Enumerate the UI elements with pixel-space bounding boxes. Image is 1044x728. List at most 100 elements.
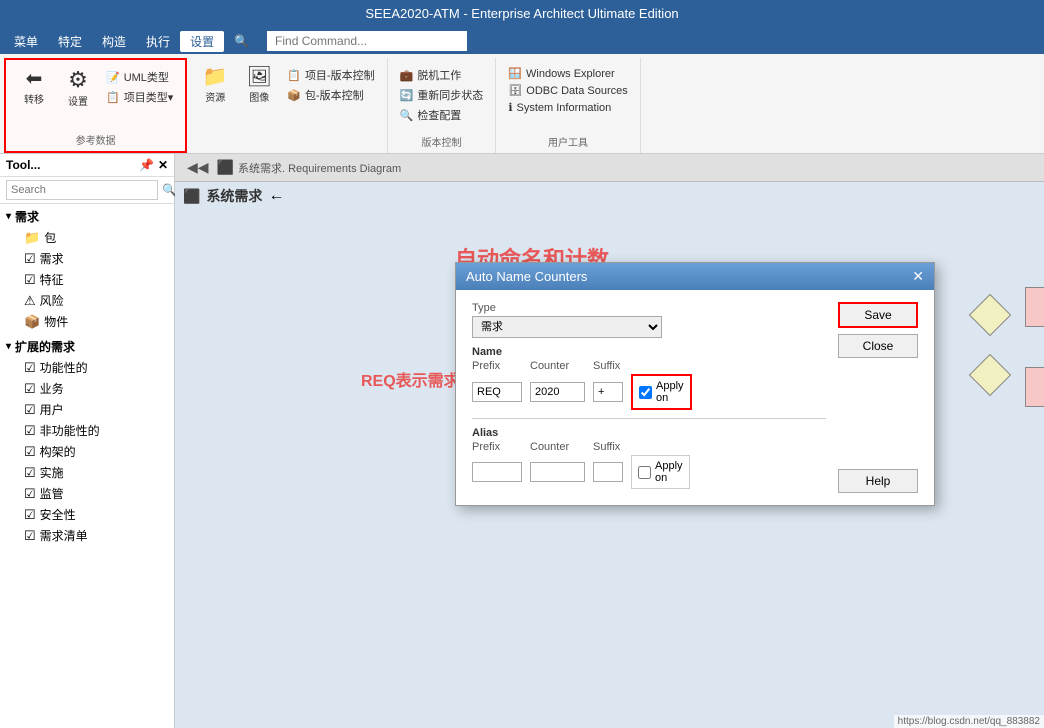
ribbon-btn-offline[interactable]: 💼 脱机工作: [396, 66, 488, 84]
ribbon-group-settings: ⬅ 转移 ⚙ 设置 📝 UML类型 📋 项目类型▾ 参考数据: [4, 58, 187, 153]
ribbon-group-resources-items: 📁 资源 🖼 图像 📋 项目-版本控制 📦 包-版本控制: [195, 58, 378, 147]
tree-item-nonfunc[interactable]: ☑ 非功能性的: [0, 420, 174, 441]
shape-display: 显示器: [1025, 367, 1044, 407]
suffix-input[interactable]: [593, 382, 623, 402]
tree-group-extended-header[interactable]: ▾ 扩展的需求: [0, 336, 174, 357]
ribbon-btn-settings-label: 设置: [68, 93, 88, 108]
ribbon-btn-windows-explorer[interactable]: 🪟 Windows Explorer: [504, 66, 631, 81]
sysinfo-icon: ℹ: [508, 101, 512, 114]
apply-on-checkbox[interactable]: [639, 386, 652, 399]
tree-item-risk[interactable]: ⚠ 风险: [0, 290, 174, 311]
package-version-icon: 📦: [287, 89, 301, 102]
menu-item-cai[interactable]: 菜单: [4, 31, 48, 52]
tree-item-user[interactable]: ☑ 用户: [0, 399, 174, 420]
version-control-icon: 📋: [287, 69, 301, 82]
prefix-input[interactable]: [472, 382, 522, 402]
dialog-close-btn[interactable]: ✕: [912, 268, 924, 285]
sidebar-title: Tool...: [6, 158, 40, 172]
close-icon[interactable]: ✕: [158, 158, 168, 172]
ribbon-btn-uml[interactable]: 📝 UML类型: [102, 68, 177, 86]
ribbon-btn-resource[interactable]: 📁 资源: [195, 62, 235, 107]
diagram-area: ◀◀ ⬛ 系统需求. Requirements Diagram ⬛ 系统需求 ←…: [175, 154, 1044, 728]
arch-icon: ☑: [24, 444, 36, 460]
ribbon-btn-check-config[interactable]: 🔍 检查配置: [396, 106, 488, 124]
alias-counter-input[interactable]: [530, 462, 585, 482]
name-input-row: Applyon: [472, 374, 826, 410]
settings-icon: ⚙: [68, 67, 88, 93]
tree-group-requirements: ▾ 需求 📁 包 ☑ 需求 ☑ 特征 ⚠ 风险 📦 物件: [0, 204, 174, 334]
diagram-tab-bar: ◀◀ ⬛ 系统需求. Requirements Diagram: [175, 154, 1044, 182]
auto-name-dialog: Auto Name Counters ✕ Type 需求 Name Pre: [455, 262, 935, 506]
feature-icon: ☑: [24, 272, 36, 288]
tree-item-feature[interactable]: ☑ 特征: [0, 269, 174, 290]
resync-icon: 🔄: [400, 89, 414, 102]
tree-group-req-label: 需求: [15, 208, 39, 225]
ribbon-btn-transfer[interactable]: ⬅ 转移: [14, 64, 54, 109]
sidebar-header: Tool... 📌 ✕: [0, 154, 174, 177]
tree-group-requirements-header[interactable]: ▾ 需求: [0, 206, 174, 227]
type-select[interactable]: 需求: [472, 316, 662, 338]
offline-icon: 💼: [400, 69, 414, 82]
diagram-sub-header: ⬛ 系统需求 ←: [175, 182, 1044, 210]
tree-item-functional[interactable]: ☑ 功能性的: [0, 357, 174, 378]
form-divider: [472, 418, 826, 419]
alias-apply-on-checkbox[interactable]: [638, 466, 651, 479]
expand-arrow: ▾: [6, 211, 11, 222]
close-button[interactable]: Close: [838, 334, 918, 358]
diagram-icon: ⬛: [217, 159, 234, 176]
menu-item-teding[interactable]: 特定: [48, 31, 92, 52]
ribbon-btn-project-type[interactable]: 📋 项目类型▾: [102, 88, 177, 106]
tree-item-package[interactable]: 📁 包: [0, 227, 174, 248]
ribbon-btn-package-version[interactable]: 📦 包-版本控制: [283, 86, 378, 104]
tree-item-business[interactable]: ☑ 业务: [0, 378, 174, 399]
tree-item-impl[interactable]: ☑ 实施: [0, 462, 174, 483]
menu-item-gouzao[interactable]: 构造: [92, 31, 136, 52]
sidebar: Tool... 📌 ✕ 🔍 🔎 ☰ ▾ 需求 📁 包 ☑ 需求 ☑ 特征: [0, 154, 175, 728]
tree-item-requirement[interactable]: ☑ 需求: [0, 248, 174, 269]
main-area: Tool... 📌 ✕ 🔍 🔎 ☰ ▾ 需求 📁 包 ☑ 需求 ☑ 特征: [0, 154, 1044, 728]
tree-item-monitor[interactable]: ☑ 监管: [0, 483, 174, 504]
alias-prefix-input[interactable]: [472, 462, 522, 482]
impl-icon: ☑: [24, 465, 36, 481]
alias-apply-on-group: Applyon: [631, 455, 690, 489]
help-button[interactable]: Help: [838, 469, 918, 493]
alias-suffix-input[interactable]: [593, 462, 623, 482]
ribbon-btn-odbc[interactable]: 🗄 ODBC Data Sources: [504, 83, 631, 98]
ribbon-group-resources: 📁 资源 🖼 图像 📋 项目-版本控制 📦 包-版本控制: [187, 58, 387, 153]
user-tools-col: 🪟 Windows Explorer 🗄 ODBC Data Sources ℹ…: [504, 58, 631, 115]
sidebar-search-input[interactable]: [6, 180, 158, 200]
url-bar: https://blog.csdn.net/qq_883882: [894, 715, 1044, 728]
ribbon-btn-settings[interactable]: ⚙ 设置: [58, 64, 98, 111]
ribbon-btn-sysinfo[interactable]: ℹ System Information: [504, 100, 631, 115]
expand-arrow2: ▾: [6, 341, 11, 352]
ribbon-btn-image[interactable]: 🖼 图像: [239, 62, 279, 107]
ribbon-btn-resync[interactable]: 🔄 重新同步状态: [396, 86, 488, 104]
diagram-title: 系统需求: [206, 186, 262, 206]
tree-group-extended: ▾ 扩展的需求 ☑ 功能性的 ☑ 业务 ☑ 用户 ☑ 非功能性的 ☑ 构架的 ☑…: [0, 334, 174, 548]
counter-col-header: Counter: [530, 360, 585, 372]
windows-explorer-icon: 🪟: [508, 67, 522, 80]
sidebar-tree: ▾ 需求 📁 包 ☑ 需求 ☑ 特征 ⚠ 风险 📦 物件 ▾ 扩展的需求 ☑ 功…: [0, 204, 174, 728]
tree-item-object[interactable]: 📦 物件: [0, 311, 174, 332]
pin-icon[interactable]: 📌: [139, 158, 154, 172]
check-config-icon: 🔍: [400, 109, 414, 122]
suffix-col-header: Suffix: [593, 360, 623, 372]
counter-input[interactable]: [530, 382, 585, 402]
menu-item-search-icon[interactable]: 🔍: [224, 32, 259, 50]
tree-item-arch[interactable]: ☑ 构架的: [0, 441, 174, 462]
type-label: Type: [472, 302, 826, 314]
find-command-input[interactable]: [267, 31, 467, 51]
dialog-right-panel: Save Close Help: [838, 302, 918, 493]
tree-item-req-list[interactable]: ☑ 需求清单: [0, 525, 174, 546]
tree-group-ext-label: 扩展的需求: [15, 338, 75, 355]
ribbon-btn-version-control[interactable]: 📋 项目-版本控制: [283, 66, 378, 84]
package-icon: 📁: [24, 230, 40, 246]
menu-item-shezhi[interactable]: 设置: [180, 31, 224, 52]
tree-item-security[interactable]: ☑ 安全性: [0, 504, 174, 525]
risk-icon: ⚠: [24, 293, 36, 309]
ribbon-group-user-tools-label: 用户工具: [548, 132, 588, 153]
nav-back-btn[interactable]: ◀◀: [183, 157, 213, 178]
back-arrow[interactable]: ←: [268, 187, 284, 205]
menu-item-zhixing[interactable]: 执行: [136, 31, 180, 52]
save-button[interactable]: Save: [838, 302, 918, 328]
